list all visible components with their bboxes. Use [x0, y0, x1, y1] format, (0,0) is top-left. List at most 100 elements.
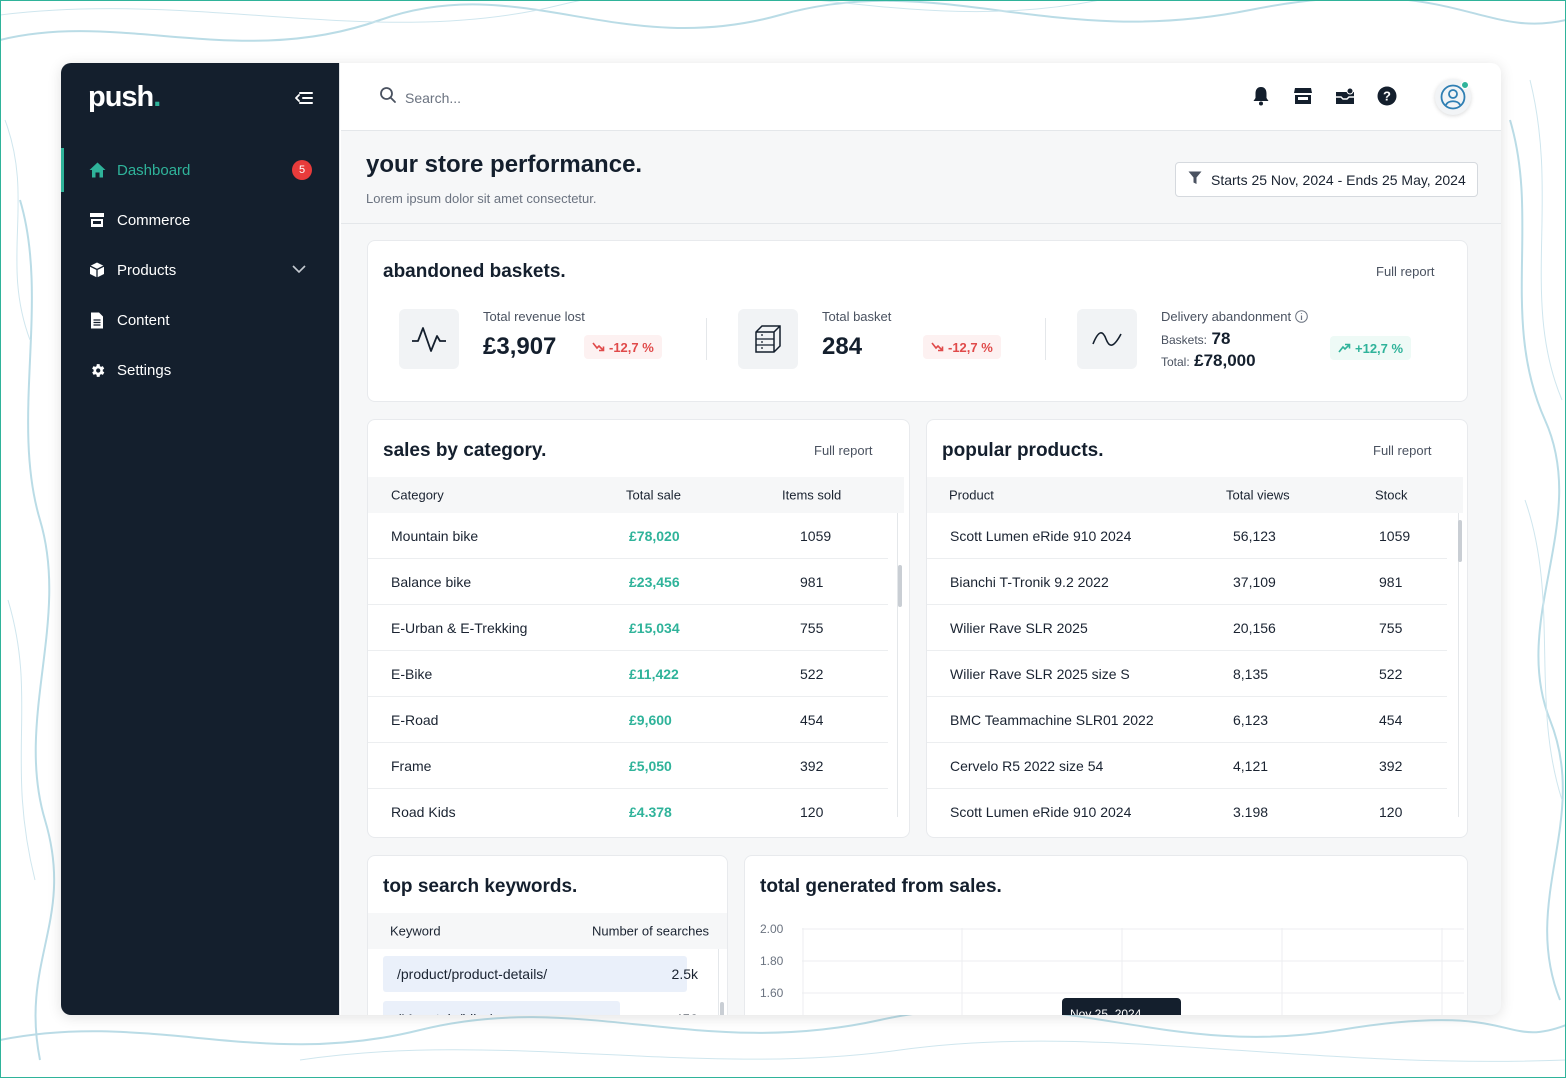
sidebar-divider	[339, 63, 341, 1015]
box-icon	[88, 261, 106, 279]
table-row[interactable]: Balance bike £23,456 981	[368, 559, 888, 605]
table-row[interactable]: E-Urban & E-Trekking £15,034 755	[368, 605, 888, 651]
column-header[interactable]: Number of searches	[592, 924, 709, 939]
y-tick-label: 1.60	[760, 986, 784, 1000]
y-tick-label: 1.80	[760, 954, 784, 968]
table-row[interactable]: Wilier Rave SLR 2025 size S 8,135 522	[927, 651, 1447, 697]
kpi-value: £3,907	[483, 333, 557, 360]
abandoned-baskets-card: abandoned baskets. Full report Total rev…	[367, 240, 1468, 402]
table-row[interactable]: E-Road £9,600 454	[368, 697, 888, 743]
full-report-link[interactable]: Full report	[814, 443, 873, 458]
column-header[interactable]: Total sale	[626, 488, 681, 503]
table-row[interactable]: Scott Lumen eRide 910 2024 3,198 120	[927, 789, 1447, 818]
sidebar-item-content[interactable]: Content	[61, 295, 339, 345]
items-sold-cell: 454	[800, 711, 824, 728]
sidebar-item-commerce[interactable]: Commerce	[61, 195, 339, 245]
table-header: Product Total views Stock	[927, 477, 1463, 513]
column-header[interactable]: Items sold	[782, 488, 841, 503]
column-header[interactable]: Keyword	[390, 924, 441, 939]
total-views-cell: 37,109	[1233, 573, 1276, 590]
chevron-down-icon[interactable]	[291, 261, 307, 281]
sidebar-item-label: Commerce	[117, 211, 191, 229]
sidebar-item-label: Content	[117, 311, 170, 329]
total-sale-cell: £4,378	[629, 803, 672, 818]
online-status-dot	[1461, 81, 1469, 89]
total-sale-cell: £23,456	[629, 573, 680, 590]
table-row[interactable]: Bianchi T-Tronik 9.2 2022 37,109 981	[927, 559, 1447, 605]
total-sale-cell: £78,020	[629, 527, 680, 544]
sidebar-item-dashboard[interactable]: Dashboard 5	[61, 145, 339, 195]
table-row[interactable]: Frame £5,050 392	[368, 743, 888, 789]
keywords-list: /product/product-details/2.5k/Mountain/b…	[368, 956, 708, 1015]
page-title: your store performance.	[366, 151, 643, 178]
table-header: Category Total sale Items sold	[368, 477, 904, 513]
kpi-total-basket: Total basket 284 -12,7 %	[738, 309, 1038, 371]
scrollbar[interactable]	[898, 565, 902, 607]
svg-text:?: ?	[1383, 89, 1391, 104]
scrollbar[interactable]	[1458, 520, 1462, 562]
column-header[interactable]: Category	[391, 488, 444, 503]
full-report-link[interactable]: Full report	[1376, 264, 1435, 279]
chart-tooltip: Nov 25, 2024	[1062, 998, 1181, 1015]
kpi-label-text: Delivery abandonment	[1161, 309, 1292, 324]
sidebar-item-products[interactable]: Products	[61, 245, 339, 295]
full-report-link[interactable]: Full report	[1373, 443, 1432, 458]
column-header[interactable]: Stock	[1375, 488, 1408, 503]
total-sale-cell: £5,050	[629, 757, 672, 774]
category-cell: E-Bike	[391, 665, 433, 682]
collapse-sidebar-icon[interactable]	[293, 87, 315, 109]
table-row[interactable]: Scott Lumen eRide 910 2024 56,123 1059	[927, 513, 1447, 559]
category-cell: Road Kids	[391, 803, 456, 818]
notification-badge: 5	[292, 160, 312, 180]
user-avatar-icon[interactable]	[1435, 79, 1471, 115]
y-tick-label: 2.00	[760, 922, 784, 936]
kpi-label: Total revenue lost	[483, 309, 585, 324]
date-range-label: Starts 25 Nov, 2024 - Ends 25 May, 2024	[1211, 171, 1466, 188]
stock-cell: 1059	[1379, 527, 1411, 544]
date-range-filter-button[interactable]: Starts 25 Nov, 2024 - Ends 25 May, 2024	[1175, 162, 1478, 197]
logo[interactable]: push.	[88, 81, 161, 114]
scrollbar[interactable]	[720, 1002, 724, 1015]
total-views-cell: 8,135	[1233, 665, 1269, 682]
store-icon[interactable]	[1292, 85, 1314, 107]
items-sold-cell: 1059	[800, 527, 832, 544]
change-value: +12,7 %	[1355, 340, 1404, 356]
search-bar[interactable]: Search...	[379, 86, 461, 109]
inbox-icon[interactable]	[1334, 85, 1356, 107]
table-row[interactable]: E-Bike £11,422 522	[368, 651, 888, 697]
column-header[interactable]: Total views	[1226, 488, 1290, 503]
total-views-cell: 56,123	[1233, 527, 1276, 544]
gear-icon	[88, 361, 106, 379]
keyword-text: /Mountain/bike/	[397, 1011, 492, 1015]
keyword-row[interactable]: /product/product-details/2.5k	[383, 956, 698, 992]
total-views-cell: 3,198	[1233, 803, 1269, 818]
table-row[interactable]: Cervelo R5 2022 size 54 4,121 392	[927, 743, 1447, 789]
table-body: Mountain bike £78,020 1059 Balance bike £23,…	[368, 513, 888, 817]
table-row[interactable]: Road Kids £4,378 120	[368, 789, 888, 818]
trend-up-icon	[1338, 341, 1351, 356]
table-row[interactable]: Wilier Rave SLR 2025 20,156 755	[927, 605, 1447, 651]
kpi-delivery-abandonment: Delivery abandonment Baskets: 78 Total: …	[1077, 309, 1437, 371]
sidebar-item-label: Settings	[117, 361, 172, 379]
table-row[interactable]: Mountain bike £78,020 1059	[368, 513, 888, 559]
category-cell: E-Road	[391, 711, 439, 728]
column-header[interactable]: Product	[949, 488, 994, 503]
document-icon	[88, 311, 106, 329]
sidebar: push. Dashboard 5 Commerce Products Cont…	[61, 63, 339, 1015]
help-icon[interactable]: ?	[1376, 85, 1398, 107]
sidebar-item-settings[interactable]: Settings	[61, 345, 339, 395]
search-input[interactable]: Search...	[405, 90, 461, 106]
items-sold-cell: 522	[800, 665, 824, 682]
baskets-row: Baskets: 78	[1161, 329, 1230, 349]
keyword-row[interactable]: /Mountain/bike/450	[383, 1001, 698, 1015]
table-header: Keyword Number of searches	[368, 913, 727, 949]
info-icon[interactable]	[1294, 309, 1308, 324]
page-subtitle: Lorem ipsum dolor sit amet consectetur.	[366, 191, 597, 206]
bell-icon[interactable]	[1250, 85, 1272, 107]
topbar-icons: ?	[1250, 85, 1398, 107]
card-title: top search keywords.	[383, 876, 578, 897]
table-row[interactable]: BMC Teammachine SLR01 2022 6,123 454	[927, 697, 1447, 743]
store-icon	[88, 211, 106, 229]
category-cell: E-Urban & E-Trekking	[391, 619, 528, 636]
category-cell: Balance bike	[391, 573, 472, 590]
